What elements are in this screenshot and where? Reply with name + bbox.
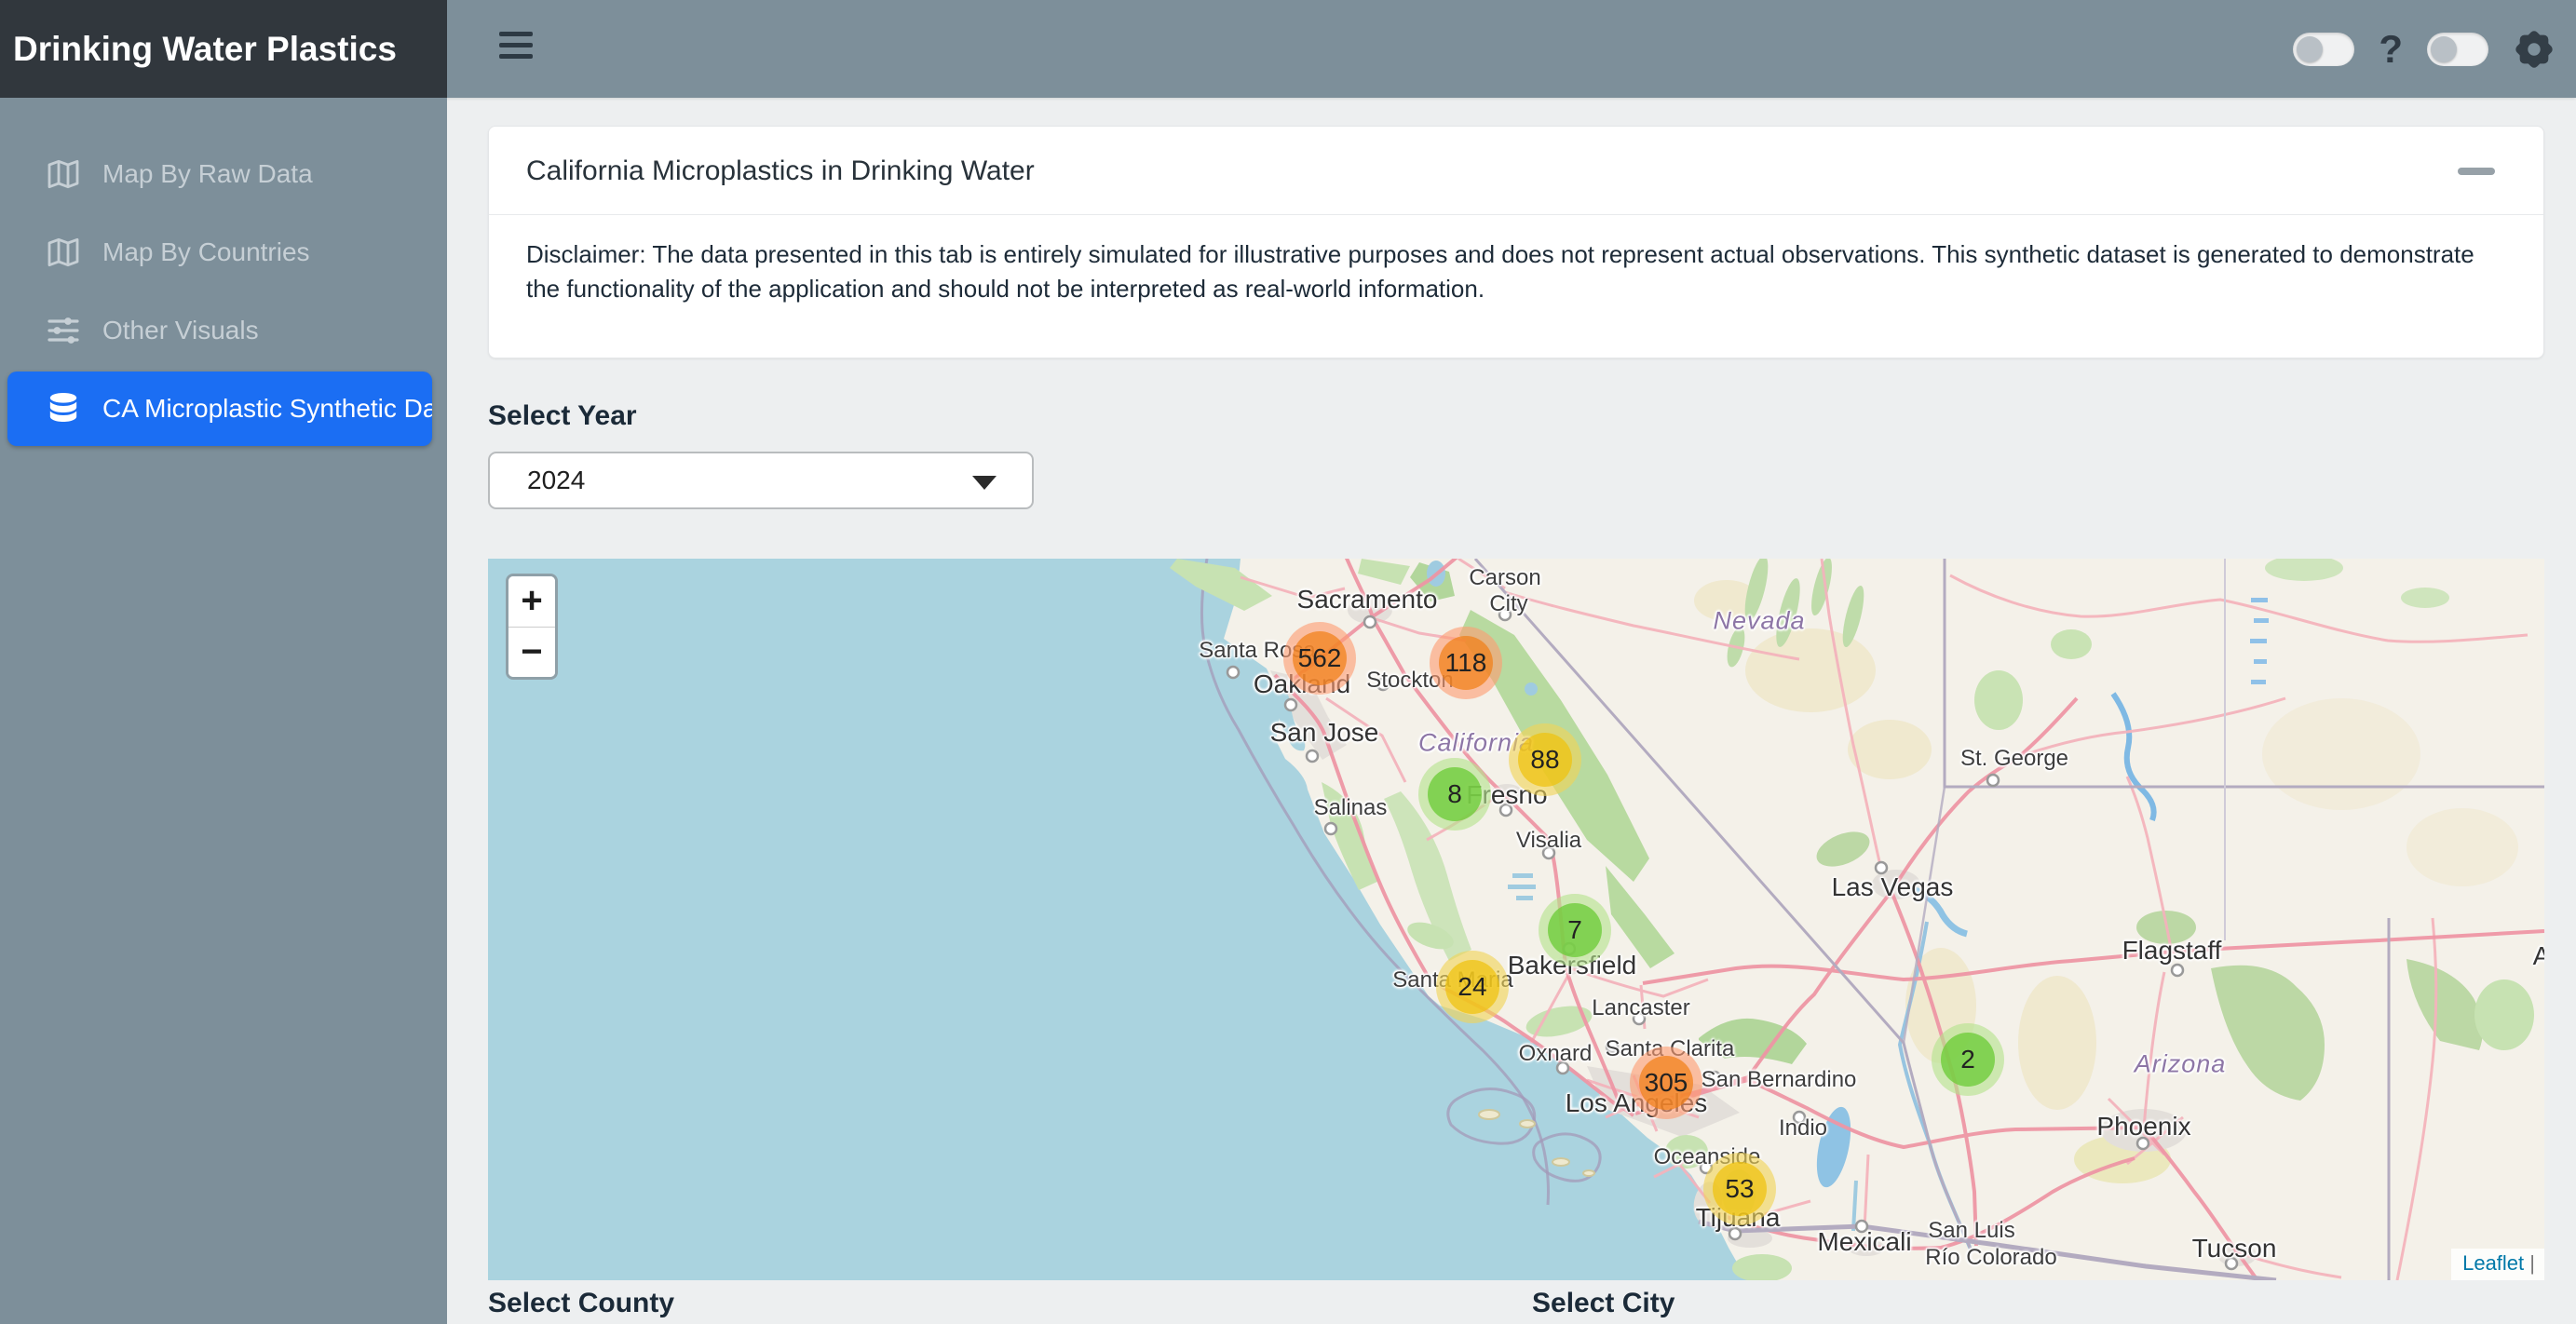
select-city-label: Select City	[1532, 1288, 1674, 1319]
disclaimer-text: Disclaimer: The data presented in this t…	[526, 237, 2510, 306]
cluster-marker-2[interactable]: 2	[1932, 1023, 2004, 1096]
topbar-actions: ?	[2293, 0, 2556, 98]
cluster-marker-7[interactable]: 7	[1539, 894, 1611, 966]
map-icon	[45, 155, 82, 193]
sidebar-item-label: CA Microplastic Synthetic Data	[102, 394, 432, 424]
card-body: Disclaimer: The data presented in this t…	[489, 215, 2543, 306]
year-dropdown[interactable]: 2024	[488, 452, 1034, 509]
card-title: California Microplastics in Drinking Wat…	[526, 127, 1035, 215]
sidebar-item-map-by-raw-data[interactable]: Map By Raw Data	[0, 137, 447, 211]
sliders-icon	[45, 312, 82, 349]
cluster-count: 88	[1518, 733, 1572, 787]
info-card: California Microplastics in Drinking Wat…	[488, 126, 2544, 358]
sidebar-item-map-by-countries[interactable]: Map By Countries	[0, 215, 447, 290]
zoom-out-button[interactable]: −	[508, 627, 555, 677]
sidebar-toggle-button[interactable]	[499, 32, 535, 65]
toggle-switch-2[interactable]	[2427, 33, 2488, 66]
cluster-marker-118[interactable]: 118	[1430, 627, 1502, 699]
chevron-down-icon	[972, 476, 997, 490]
sidebar: Map By Raw Data Map By Countries Other Vis…	[0, 98, 447, 1324]
cluster-count: 8	[1428, 767, 1482, 821]
sidebar-item-ca-microplastic-synthetic-data[interactable]: CA Microplastic Synthetic Data	[7, 372, 432, 446]
sidebar-item-label: Map By Raw Data	[102, 159, 313, 189]
topbar: Drinking Water Plastics ?	[0, 0, 2576, 98]
gear-icon[interactable]	[2513, 28, 2556, 71]
sidebar-menu: Map By Raw Data Map By Countries Other Vis…	[0, 137, 447, 446]
cluster-marker-53[interactable]: 53	[1703, 1153, 1776, 1225]
toggle-switch-1[interactable]	[2293, 33, 2354, 66]
sidebar-item-other-visuals[interactable]: Other Visuals	[0, 293, 447, 368]
select-county-label: Select County	[488, 1288, 674, 1319]
zoom-in-button[interactable]: +	[508, 576, 555, 627]
cluster-marker-562[interactable]: 562	[1283, 622, 1356, 695]
cluster-count: 7	[1548, 903, 1602, 957]
map-attribution: Leaflet |	[2451, 1249, 2544, 1280]
cluster-marker-24[interactable]: 24	[1436, 951, 1509, 1023]
cluster-layer: 562118888724305253	[488, 559, 2544, 1280]
toggle-knob	[2297, 36, 2323, 62]
cluster-count: 118	[1439, 636, 1493, 690]
cluster-marker-305[interactable]: 305	[1630, 1047, 1702, 1119]
map[interactable]: CarsonCitySacramentoNevadaSanta RosaOakl…	[488, 559, 2544, 1280]
select-year-label: Select Year	[488, 400, 637, 432]
sidebar-item-label: Other Visuals	[102, 316, 259, 345]
cluster-count: 53	[1713, 1162, 1767, 1216]
map-icon	[45, 234, 82, 271]
attribution-separator: |	[2529, 1251, 2535, 1275]
card-header: California Microplastics in Drinking Wat…	[489, 127, 2543, 215]
cluster-count: 305	[1639, 1056, 1693, 1110]
toggle-knob	[2431, 36, 2457, 62]
cluster-count: 24	[1445, 960, 1499, 1014]
year-dropdown-value: 2024	[527, 453, 585, 507]
sidebar-item-label: Map By Countries	[102, 237, 310, 267]
cluster-marker-88[interactable]: 88	[1509, 723, 1581, 796]
cluster-count: 562	[1293, 631, 1347, 685]
app-window: Drinking Water Plastics ? Map By Raw Dat…	[0, 0, 2576, 1324]
map-zoom-control: + −	[506, 574, 558, 680]
collapse-card-button[interactable]	[2458, 168, 2495, 175]
leaflet-link[interactable]: Leaflet	[2462, 1251, 2524, 1275]
app-title: Drinking Water Plastics	[0, 0, 447, 98]
cluster-count: 2	[1941, 1033, 1995, 1087]
cluster-marker-8[interactable]: 8	[1418, 758, 1491, 831]
database-icon	[45, 390, 82, 427]
help-icon[interactable]: ?	[2379, 30, 2403, 69]
